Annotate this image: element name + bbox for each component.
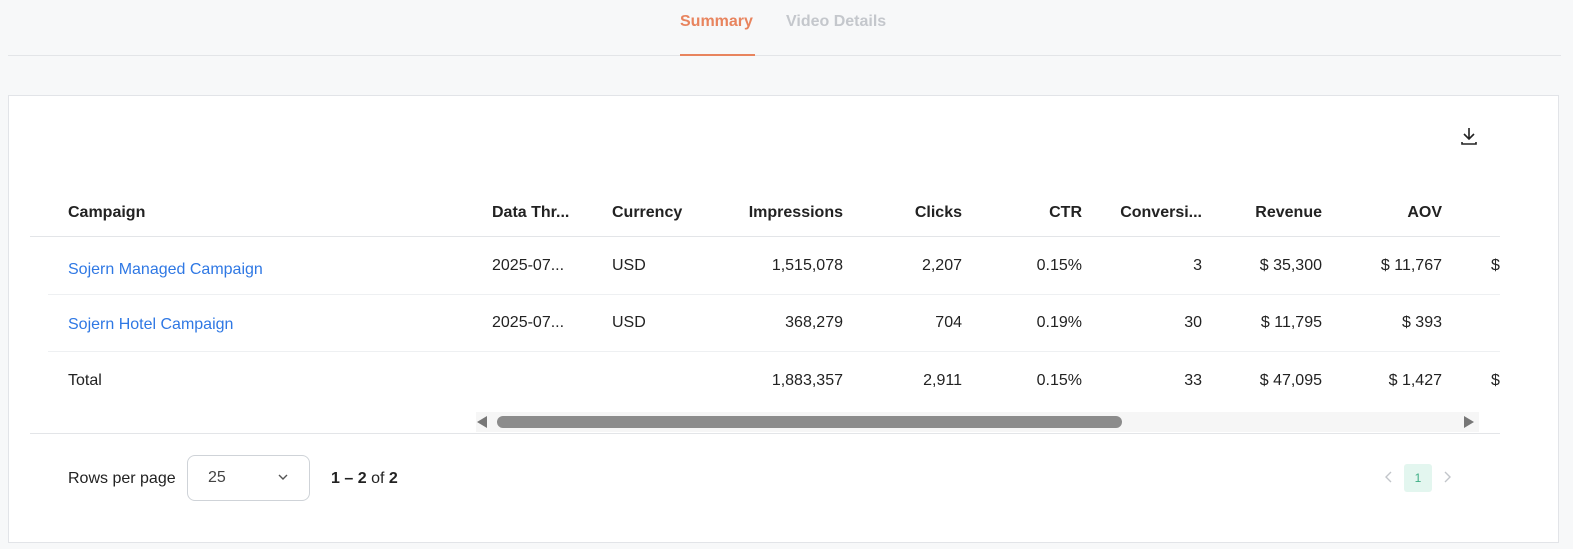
range-of: of — [371, 470, 385, 487]
range-end: 2 — [357, 470, 367, 487]
col-header-revenue[interactable]: Revenue — [1230, 204, 1322, 222]
table-cell: 704 — [935, 314, 962, 331]
summary-card: Campaign Data Thr... Currency Impression… — [8, 95, 1559, 543]
col-header-campaign[interactable]: Campaign — [68, 204, 145, 222]
rows-per-page-label: Rows per page — [68, 470, 176, 487]
col-header-impressions[interactable]: Impressions — [730, 204, 843, 222]
table-cell: $ — [1491, 257, 1500, 274]
table-cell: $ — [1491, 372, 1500, 389]
table-cell: $ 47,095 — [1259, 372, 1322, 389]
scroll-left-icon[interactable] — [477, 416, 487, 428]
chevron-down-icon — [278, 474, 288, 480]
scroll-right-icon[interactable] — [1464, 416, 1474, 428]
tab-bar: Summary Video Details — [8, 0, 1561, 56]
col-header-data-through[interactable]: Data Thr... — [492, 204, 569, 222]
col-header-currency[interactable]: Currency — [612, 204, 682, 222]
row-divider — [48, 351, 1500, 352]
col-header-clicks[interactable]: Clicks — [870, 204, 962, 222]
rows-per-page-select[interactable]: 25 — [187, 455, 310, 501]
table-cell: 1,515,078 — [771, 257, 843, 274]
chevron-left-icon[interactable] — [1381, 464, 1397, 490]
table-cell: USD — [612, 314, 646, 331]
active-tab-indicator — [680, 54, 755, 56]
table-cell: 0.19% — [1036, 314, 1082, 331]
pagination-range: 1 – 2 of 2 — [331, 470, 398, 487]
col-header-conversions[interactable]: Conversi... — [1110, 204, 1202, 222]
col-header-ctr[interactable]: CTR — [990, 204, 1082, 222]
table-cell: USD — [612, 257, 646, 274]
table-cell: 2025-07... — [492, 314, 565, 331]
range-total: 2 — [388, 470, 398, 487]
table-cell: 2,207 — [921, 257, 962, 274]
table-cell: $ 1,427 — [1388, 372, 1442, 389]
table-cell: 368,279 — [785, 314, 843, 331]
header-divider — [30, 236, 1500, 237]
tab-video-details[interactable]: Video Details — [786, 13, 886, 31]
total-label: Total — [68, 372, 102, 389]
campaign-link[interactable]: Sojern Hotel Campaign — [68, 316, 233, 334]
chevron-right-icon[interactable] — [1439, 464, 1455, 490]
table-cell: $ 35,300 — [1259, 257, 1322, 274]
table-cell: 30 — [1184, 314, 1202, 331]
scrollbar-thumb[interactable] — [497, 416, 1122, 428]
tab-summary[interactable]: Summary — [680, 13, 753, 31]
horizontal-scrollbar[interactable] — [476, 412, 1479, 432]
range-start: 1 — [331, 470, 340, 487]
row-divider — [48, 294, 1500, 295]
table-cell: 0.15% — [1036, 257, 1082, 274]
table-cell: $ 393 — [1401, 314, 1442, 331]
page-1-button[interactable]: 1 — [1404, 464, 1432, 492]
footer-divider — [30, 433, 1500, 434]
table-cell: $ 11,767 — [1380, 257, 1442, 274]
table-cell: 2,911 — [923, 372, 962, 389]
table-cell: 0.15% — [1036, 372, 1082, 389]
rows-per-page-value: 25 — [208, 469, 226, 486]
table-cell: 1,883,357 — [771, 372, 843, 389]
table-cell: $ 11,795 — [1260, 314, 1322, 331]
download-icon[interactable] — [1459, 126, 1479, 146]
table-cell: 3 — [1193, 257, 1202, 274]
campaign-link[interactable]: Sojern Managed Campaign — [68, 261, 263, 279]
table-cell: 2025-07... — [492, 257, 565, 274]
table-cell: 33 — [1184, 372, 1202, 389]
campaign-table: Campaign Data Thr... Currency Impression… — [30, 190, 1500, 434]
col-header-aov[interactable]: AOV — [1350, 204, 1442, 222]
